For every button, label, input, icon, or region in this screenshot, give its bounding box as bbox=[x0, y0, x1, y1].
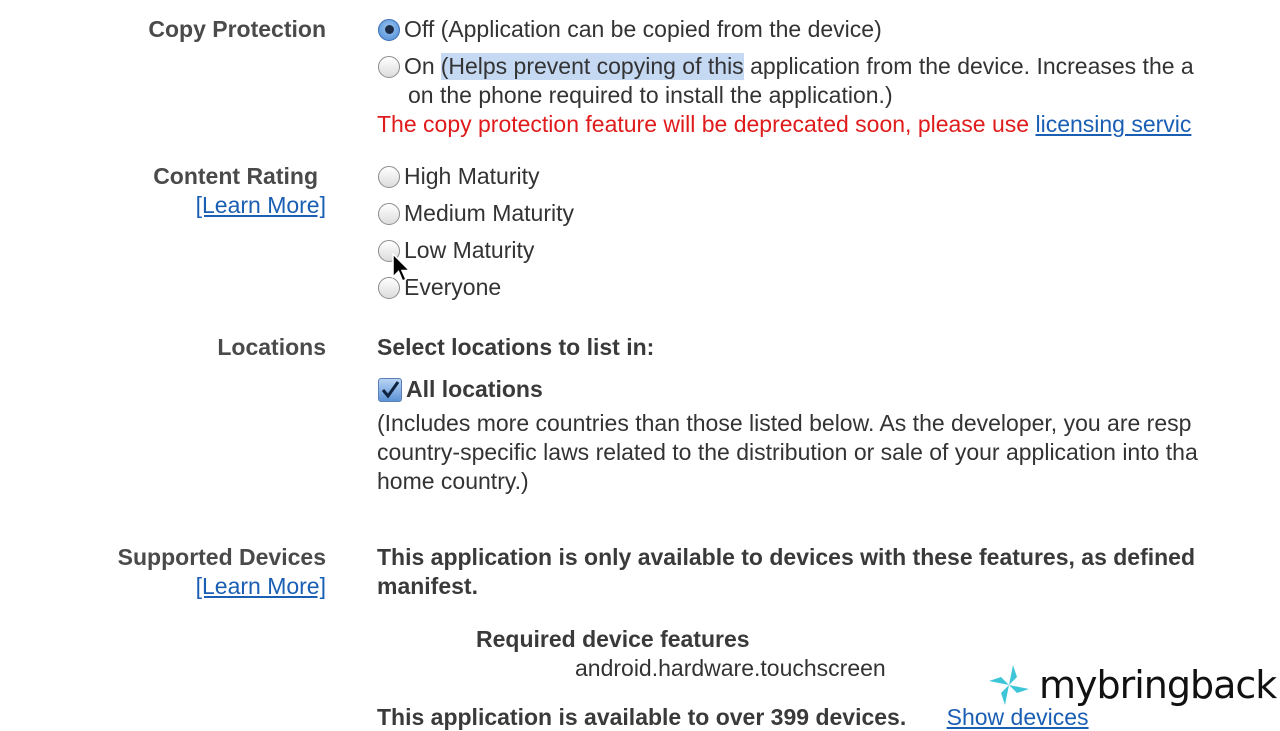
supported-devices-description-line1: This application is only available to de… bbox=[377, 544, 1196, 570]
content-rating-learn-more-link[interactable]: [Learn More] bbox=[196, 192, 326, 219]
mybringback-logo: mybringback bbox=[985, 660, 1277, 710]
copy-protection-on-prefix: On bbox=[404, 53, 435, 79]
copy-protection-off-option[interactable]: Off (Application can be copied from the … bbox=[378, 16, 882, 43]
rating-option-label: Low Maturity bbox=[404, 237, 535, 263]
watermark-brand-text: mybringback bbox=[1039, 663, 1277, 707]
supported-devices-description-line2: manifest. bbox=[377, 573, 478, 599]
copy-protection-on-rest: application from the device. Increases t… bbox=[743, 53, 1194, 79]
locations-description-line1: (Includes more countries than those list… bbox=[377, 410, 1192, 436]
locations-heading: Select locations to list in: bbox=[377, 334, 655, 360]
rating-option-high-maturity[interactable]: High Maturity bbox=[378, 163, 539, 190]
copy-protection-off-label: Off (Application can be copied from the … bbox=[404, 16, 882, 42]
selected-text-highlight: (Helps prevent copying of this bbox=[440, 53, 744, 80]
radio-unselected-icon[interactable] bbox=[378, 165, 400, 188]
licensing-service-link[interactable]: licensing servic bbox=[1035, 111, 1191, 137]
pinwheel-logo-icon bbox=[989, 665, 1029, 705]
rating-option-medium-maturity[interactable]: Medium Maturity bbox=[378, 200, 574, 227]
supported-devices-learn-more-link[interactable]: [Learn More] bbox=[196, 573, 326, 600]
locations-description-line2: country-specific laws related to the dis… bbox=[377, 439, 1198, 465]
radio-unselected-icon[interactable] bbox=[378, 55, 400, 78]
required-feature-item: android.hardware.touchscreen bbox=[575, 655, 886, 681]
rating-option-label: Medium Maturity bbox=[404, 200, 574, 226]
supported-devices-label: Supported Devices bbox=[117, 544, 326, 570]
rating-option-label: Everyone bbox=[404, 274, 502, 300]
required-features-heading: Required device features bbox=[476, 626, 750, 652]
all-locations-option[interactable]: All locations bbox=[378, 376, 543, 403]
copy-protection-label: Copy Protection bbox=[148, 16, 326, 42]
deprecation-warning: The copy protection feature will be depr… bbox=[377, 111, 1191, 138]
checkbox-checked-icon[interactable] bbox=[378, 377, 402, 402]
radio-selected-icon[interactable] bbox=[378, 18, 400, 41]
copy-protection-on-option[interactable]: On (Helps prevent copying of this applic… bbox=[378, 53, 1194, 80]
checkmark-icon bbox=[381, 380, 400, 398]
content-rating-label: Content Rating bbox=[153, 163, 318, 189]
radio-unselected-icon[interactable] bbox=[378, 202, 400, 225]
rating-option-label: High Maturity bbox=[404, 163, 540, 189]
deprecation-warning-text: The copy protection feature will be depr… bbox=[377, 111, 1036, 137]
all-locations-label: All locations bbox=[406, 376, 543, 402]
locations-description-line3: home country.) bbox=[377, 468, 529, 494]
copy-protection-on-line2: on the phone required to install the app… bbox=[408, 82, 893, 108]
devices-availability-text: This application is available to over 39… bbox=[377, 704, 907, 730]
locations-label: Locations bbox=[217, 334, 326, 360]
mouse-cursor-icon bbox=[392, 253, 412, 282]
